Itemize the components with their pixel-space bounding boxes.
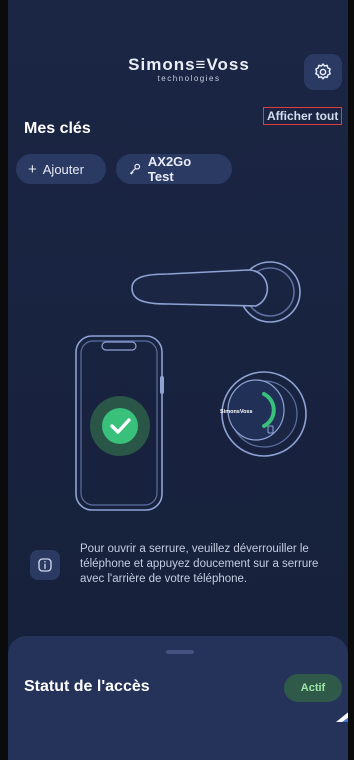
logo-subtitle: technologies bbox=[157, 74, 221, 83]
add-key-button[interactable]: + Ajouter bbox=[16, 154, 106, 184]
simonsvoss-logo: Simons≡Voss technologies bbox=[104, 55, 274, 84]
my-keys-title: Mes clés bbox=[24, 120, 91, 137]
instructions-text: Pour ouvrir a serrure, veuillez déverrou… bbox=[80, 543, 319, 585]
access-status-title: Statut de l'accès bbox=[24, 678, 150, 695]
info-icon bbox=[30, 550, 60, 580]
app-screen: Simons≡Voss technologies Afficher tout M… bbox=[8, 0, 348, 760]
status-badge: Actif bbox=[284, 674, 342, 702]
logo-wordmark: Simons≡Voss bbox=[128, 55, 250, 74]
sheet-drag-handle[interactable] bbox=[166, 650, 194, 654]
unlock-illustration: SimonsVoss bbox=[75, 261, 307, 511]
key-icon bbox=[129, 163, 141, 175]
phone-graphic bbox=[75, 335, 164, 511]
add-key-label: Ajouter bbox=[42, 161, 84, 177]
door-handle-graphic bbox=[131, 261, 301, 323]
key-chip-label: AX2Go Test bbox=[147, 154, 192, 184]
unlock-instructions: Pour ouvrir a serrure, veuillez déverrou… bbox=[30, 542, 340, 602]
gear-icon bbox=[315, 63, 331, 80]
plus-icon: + bbox=[28, 160, 37, 178]
access-status-sheet[interactable]: Statut de l'accès Actif bbox=[8, 636, 348, 760]
lock-cylinder-graphic: SimonsVoss bbox=[220, 371, 307, 457]
corner-triangle bbox=[336, 712, 348, 722]
key-chip-ax2go[interactable]: AX2Go Test bbox=[116, 154, 232, 184]
svg-text:SimonsVoss: SimonsVoss bbox=[220, 409, 253, 415]
settings-button[interactable] bbox=[304, 54, 342, 90]
show-all-link[interactable]: Afficher tout bbox=[263, 107, 343, 125]
